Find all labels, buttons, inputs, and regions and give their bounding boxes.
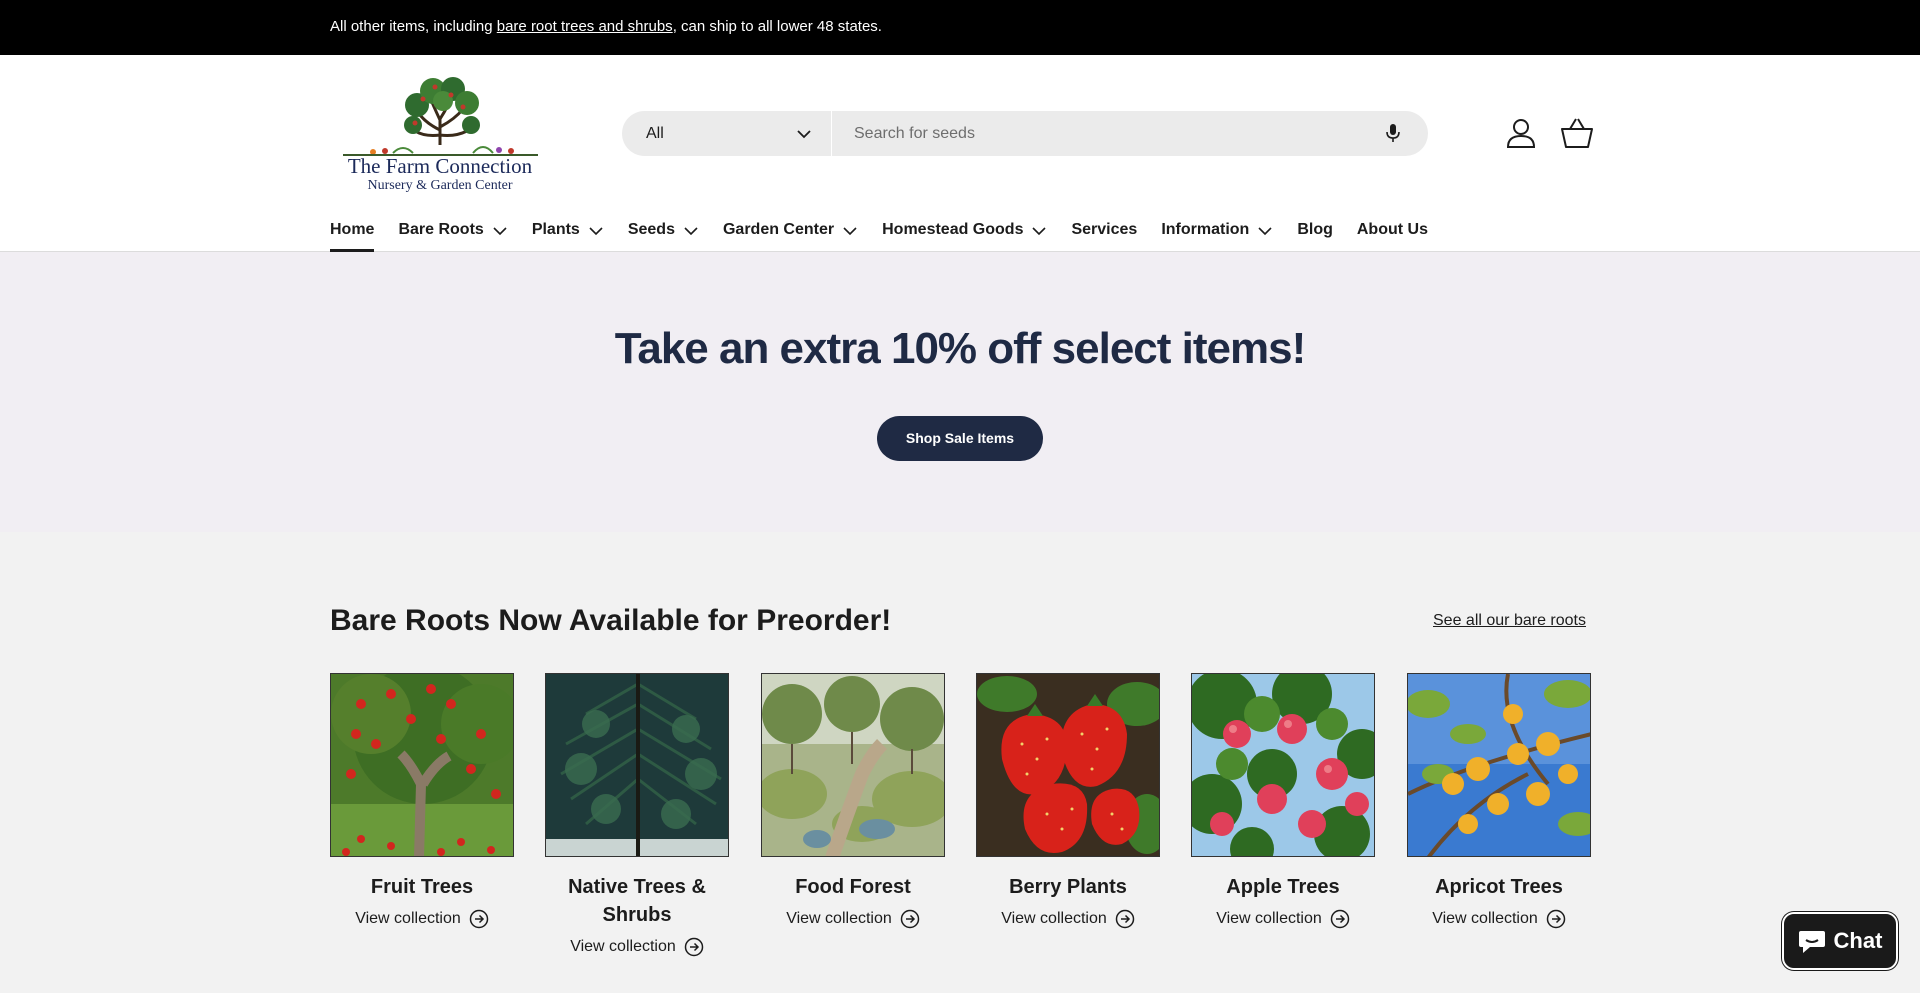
promo-banner: Take an extra 10% off select items! Shop…: [0, 252, 1920, 532]
nav-label: Bare Roots: [398, 221, 484, 238]
collection-image[interactable]: [1191, 673, 1375, 857]
view-collection-link[interactable]: View collection: [761, 909, 945, 929]
chevron-down-icon: [1032, 227, 1047, 236]
view-collection-label: View collection: [786, 910, 892, 927]
view-collection-link[interactable]: View collection: [1191, 909, 1375, 929]
arrow-right-circle-icon: [469, 909, 489, 929]
nav-item-bare-roots[interactable]: Bare Roots: [398, 221, 507, 252]
shop-sale-button[interactable]: Shop Sale Items: [877, 416, 1043, 461]
collection-title[interactable]: Apple Trees: [1191, 873, 1375, 901]
promo-headline: Take an extra 10% off select items!: [614, 324, 1307, 373]
search-bar: All: [622, 111, 1428, 156]
tree-logo-icon: The Farm Connection Nursery & Garden Cen…: [343, 77, 538, 193]
strawberry-image: [977, 674, 1159, 856]
food-forest-image: [762, 674, 944, 856]
search-category-label: All: [646, 125, 664, 142]
collection-title[interactable]: Native Trees & Shrubs: [545, 873, 729, 929]
view-collection-label: View collection: [1432, 910, 1538, 927]
arrow-right-circle-icon: [1546, 909, 1566, 929]
pine-tree-image: [546, 674, 728, 856]
collection-card-food-forest[interactable]: Food Forest View collection: [761, 673, 945, 929]
collection-title[interactable]: Apricot Trees: [1407, 873, 1591, 901]
collection-title[interactable]: Food Forest: [761, 873, 945, 901]
nav-item-blog[interactable]: Blog: [1297, 221, 1333, 252]
collection-image[interactable]: [976, 673, 1160, 857]
chevron-down-icon: [589, 227, 603, 236]
collection-title[interactable]: Fruit Trees: [330, 873, 514, 901]
nav-label: Plants: [531, 221, 580, 238]
chevron-down-icon: [493, 227, 507, 236]
nav-label: Homestead Goods: [882, 221, 1024, 238]
view-collection-link[interactable]: View collection: [330, 909, 514, 929]
site-logo[interactable]: The Farm Connection Nursery & Garden Cen…: [333, 75, 548, 193]
collection-card-native-trees[interactable]: Native Trees & Shrubs View collection: [545, 673, 729, 957]
collection-card-fruit-trees[interactable]: Fruit Trees View collection: [330, 673, 514, 929]
fruit-tree-image: [331, 674, 513, 856]
nav-label: Information: [1161, 221, 1250, 238]
announcement-prefix: All other items, including: [330, 18, 497, 35]
view-collection-label: View collection: [355, 910, 461, 927]
arrow-right-circle-icon: [900, 909, 920, 929]
view-collection-label: View collection: [570, 938, 676, 955]
view-collection-link[interactable]: View collection: [976, 909, 1160, 929]
arrow-right-circle-icon: [684, 937, 704, 957]
collection-image[interactable]: [1407, 673, 1591, 857]
view-collection-link[interactable]: View collection: [545, 937, 729, 957]
collection-card-apricot-trees[interactable]: Apricot Trees View collection: [1407, 673, 1591, 929]
logo-tagline: Nursery & Garden Center: [367, 178, 512, 193]
chat-bubble-icon: [1798, 931, 1825, 953]
account-icon[interactable]: [1505, 117, 1537, 149]
nav-item-home[interactable]: Home: [330, 221, 375, 252]
collection-image[interactable]: [545, 673, 729, 857]
announcement-bar: All other items, including bare root tre…: [0, 0, 1920, 55]
search-input[interactable]: [834, 111, 1374, 156]
nav-label: Home: [330, 221, 375, 238]
microphone-icon[interactable]: [1382, 122, 1404, 144]
collection-card-apple-trees[interactable]: Apple Trees View collection: [1191, 673, 1375, 929]
apple-tree-image: [1192, 674, 1374, 856]
announcement-link[interactable]: bare root trees and shrubs: [497, 18, 673, 35]
nav-item-garden-center[interactable]: Garden Center: [723, 221, 858, 252]
nav-label: Garden Center: [722, 221, 835, 238]
chevron-down-icon: [797, 130, 811, 139]
nav-item-homestead-goods[interactable]: Homestead Goods: [882, 221, 1047, 252]
collection-image[interactable]: [761, 673, 945, 857]
chat-label: Chat: [1833, 928, 1883, 953]
apricot-tree-image: [1408, 674, 1590, 856]
section-heading: Bare Roots Now Available for Preorder!: [330, 604, 892, 637]
nav-label: Services: [1071, 221, 1138, 238]
chevron-down-icon: [1258, 227, 1272, 236]
arrow-right-circle-icon: [1115, 909, 1135, 929]
announcement-suffix: , can ship to all lower 48 states.: [672, 18, 882, 35]
chat-button[interactable]: Chat: [1782, 912, 1898, 970]
nav-item-about-us[interactable]: About Us: [1357, 221, 1428, 252]
view-collection-label: View collection: [1001, 910, 1107, 927]
search-category-select[interactable]: All: [622, 111, 832, 156]
chevron-down-icon: [684, 227, 698, 236]
collection-title[interactable]: Berry Plants: [976, 873, 1160, 901]
nav-label: Blog: [1297, 221, 1333, 238]
collection-image[interactable]: [330, 673, 514, 857]
main-nav: Home Bare Roots Plants Seeds Garden Cent…: [330, 221, 1452, 252]
logo-name: The Farm Connection: [348, 154, 533, 178]
collections-section: Bare Roots Now Available for Preorder! S…: [0, 532, 1920, 993]
nav-item-services[interactable]: Services: [1071, 221, 1137, 252]
nav-item-plants[interactable]: Plants: [532, 221, 604, 252]
nav-item-information[interactable]: Information: [1161, 221, 1273, 252]
view-collection-label: View collection: [1216, 910, 1322, 927]
see-all-link[interactable]: See all our bare roots: [1433, 612, 1586, 630]
site-header: The Farm Connection Nursery & Garden Cen…: [0, 55, 1920, 252]
chevron-down-icon: [843, 227, 857, 236]
arrow-right-circle-icon: [1330, 909, 1350, 929]
nav-item-seeds[interactable]: Seeds: [628, 221, 699, 252]
view-collection-link[interactable]: View collection: [1407, 909, 1591, 929]
nav-label: Seeds: [627, 221, 675, 238]
basket-icon[interactable]: [1560, 117, 1594, 149]
nav-label: About Us: [1356, 221, 1428, 238]
announcement-text: All other items, including bare root tre…: [330, 18, 882, 35]
collection-card-berry-plants[interactable]: Berry Plants View collection: [976, 673, 1160, 929]
